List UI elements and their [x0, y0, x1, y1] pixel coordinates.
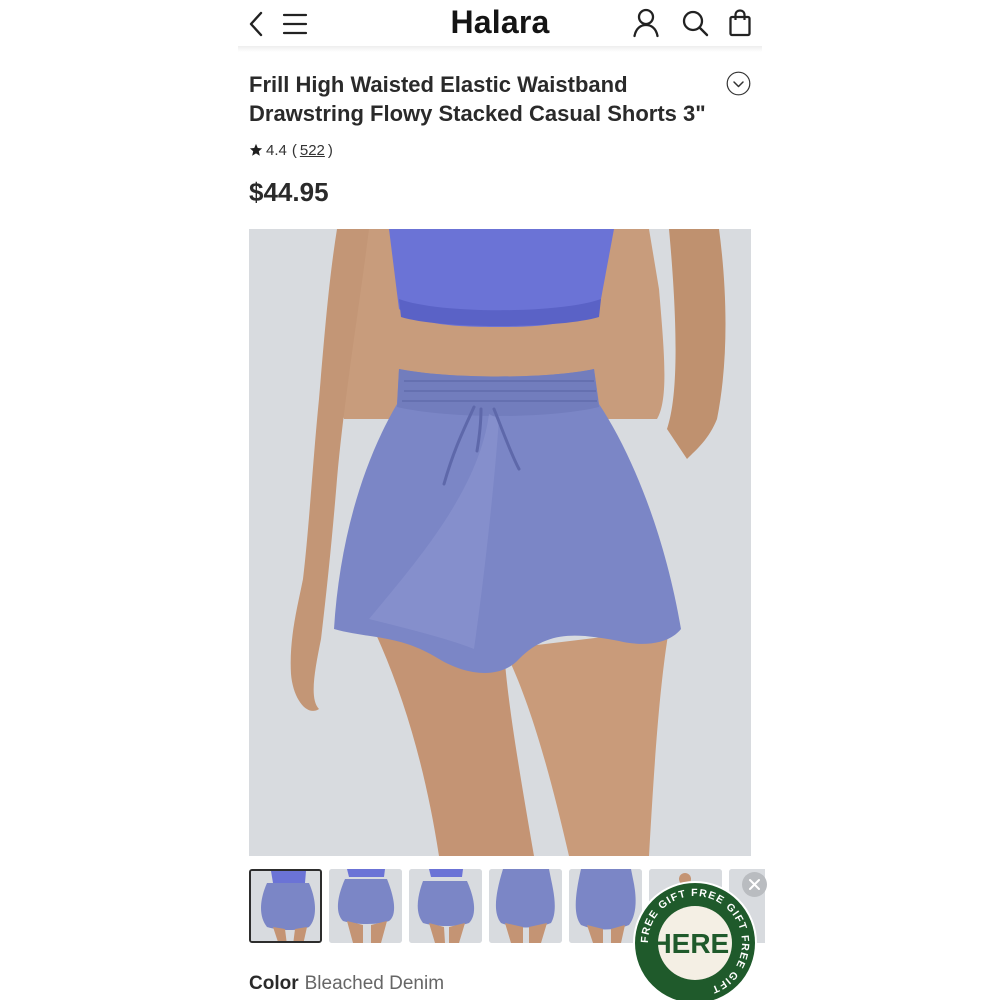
header-divider	[238, 46, 762, 52]
chevron-down-circle-icon[interactable]	[726, 71, 751, 96]
thumbnail-3[interactable]	[409, 869, 482, 943]
paren-close: )	[327, 141, 333, 159]
rating-value: 4.4	[266, 141, 287, 159]
color-value: Bleached Denim	[304, 973, 445, 994]
free-gift-badge-text: HERE!	[651, 928, 738, 959]
search-icon[interactable]	[678, 6, 712, 40]
thumbnail-1[interactable]	[249, 869, 322, 943]
shopping-bag-icon[interactable]	[724, 6, 756, 40]
menu-icon[interactable]	[280, 10, 310, 38]
color-selector-label: Color Bleached Denim	[249, 973, 444, 995]
product-price: $44.95	[249, 177, 329, 207]
color-label: Color	[249, 973, 299, 994]
reviews-count-link[interactable]: 522	[300, 142, 325, 159]
thumbnail-2[interactable]	[329, 869, 402, 943]
thumbnail-4[interactable]	[489, 869, 562, 943]
back-icon[interactable]	[244, 8, 268, 40]
account-icon[interactable]	[630, 6, 662, 40]
paren-open: (	[291, 141, 297, 159]
free-gift-badge[interactable]: FREE GIFT FREE GIFT FREE GIFT HERE!	[632, 880, 758, 1000]
star-icon	[249, 143, 263, 156]
product-main-image[interactable]	[249, 229, 751, 856]
close-icon[interactable]	[742, 872, 767, 897]
rating-summary: 4.4 ( 522 )	[249, 140, 333, 160]
brand-logo[interactable]: Halara	[440, 4, 560, 41]
product-title: Frill High Waisted Elastic Waistband Dra…	[249, 72, 706, 126]
